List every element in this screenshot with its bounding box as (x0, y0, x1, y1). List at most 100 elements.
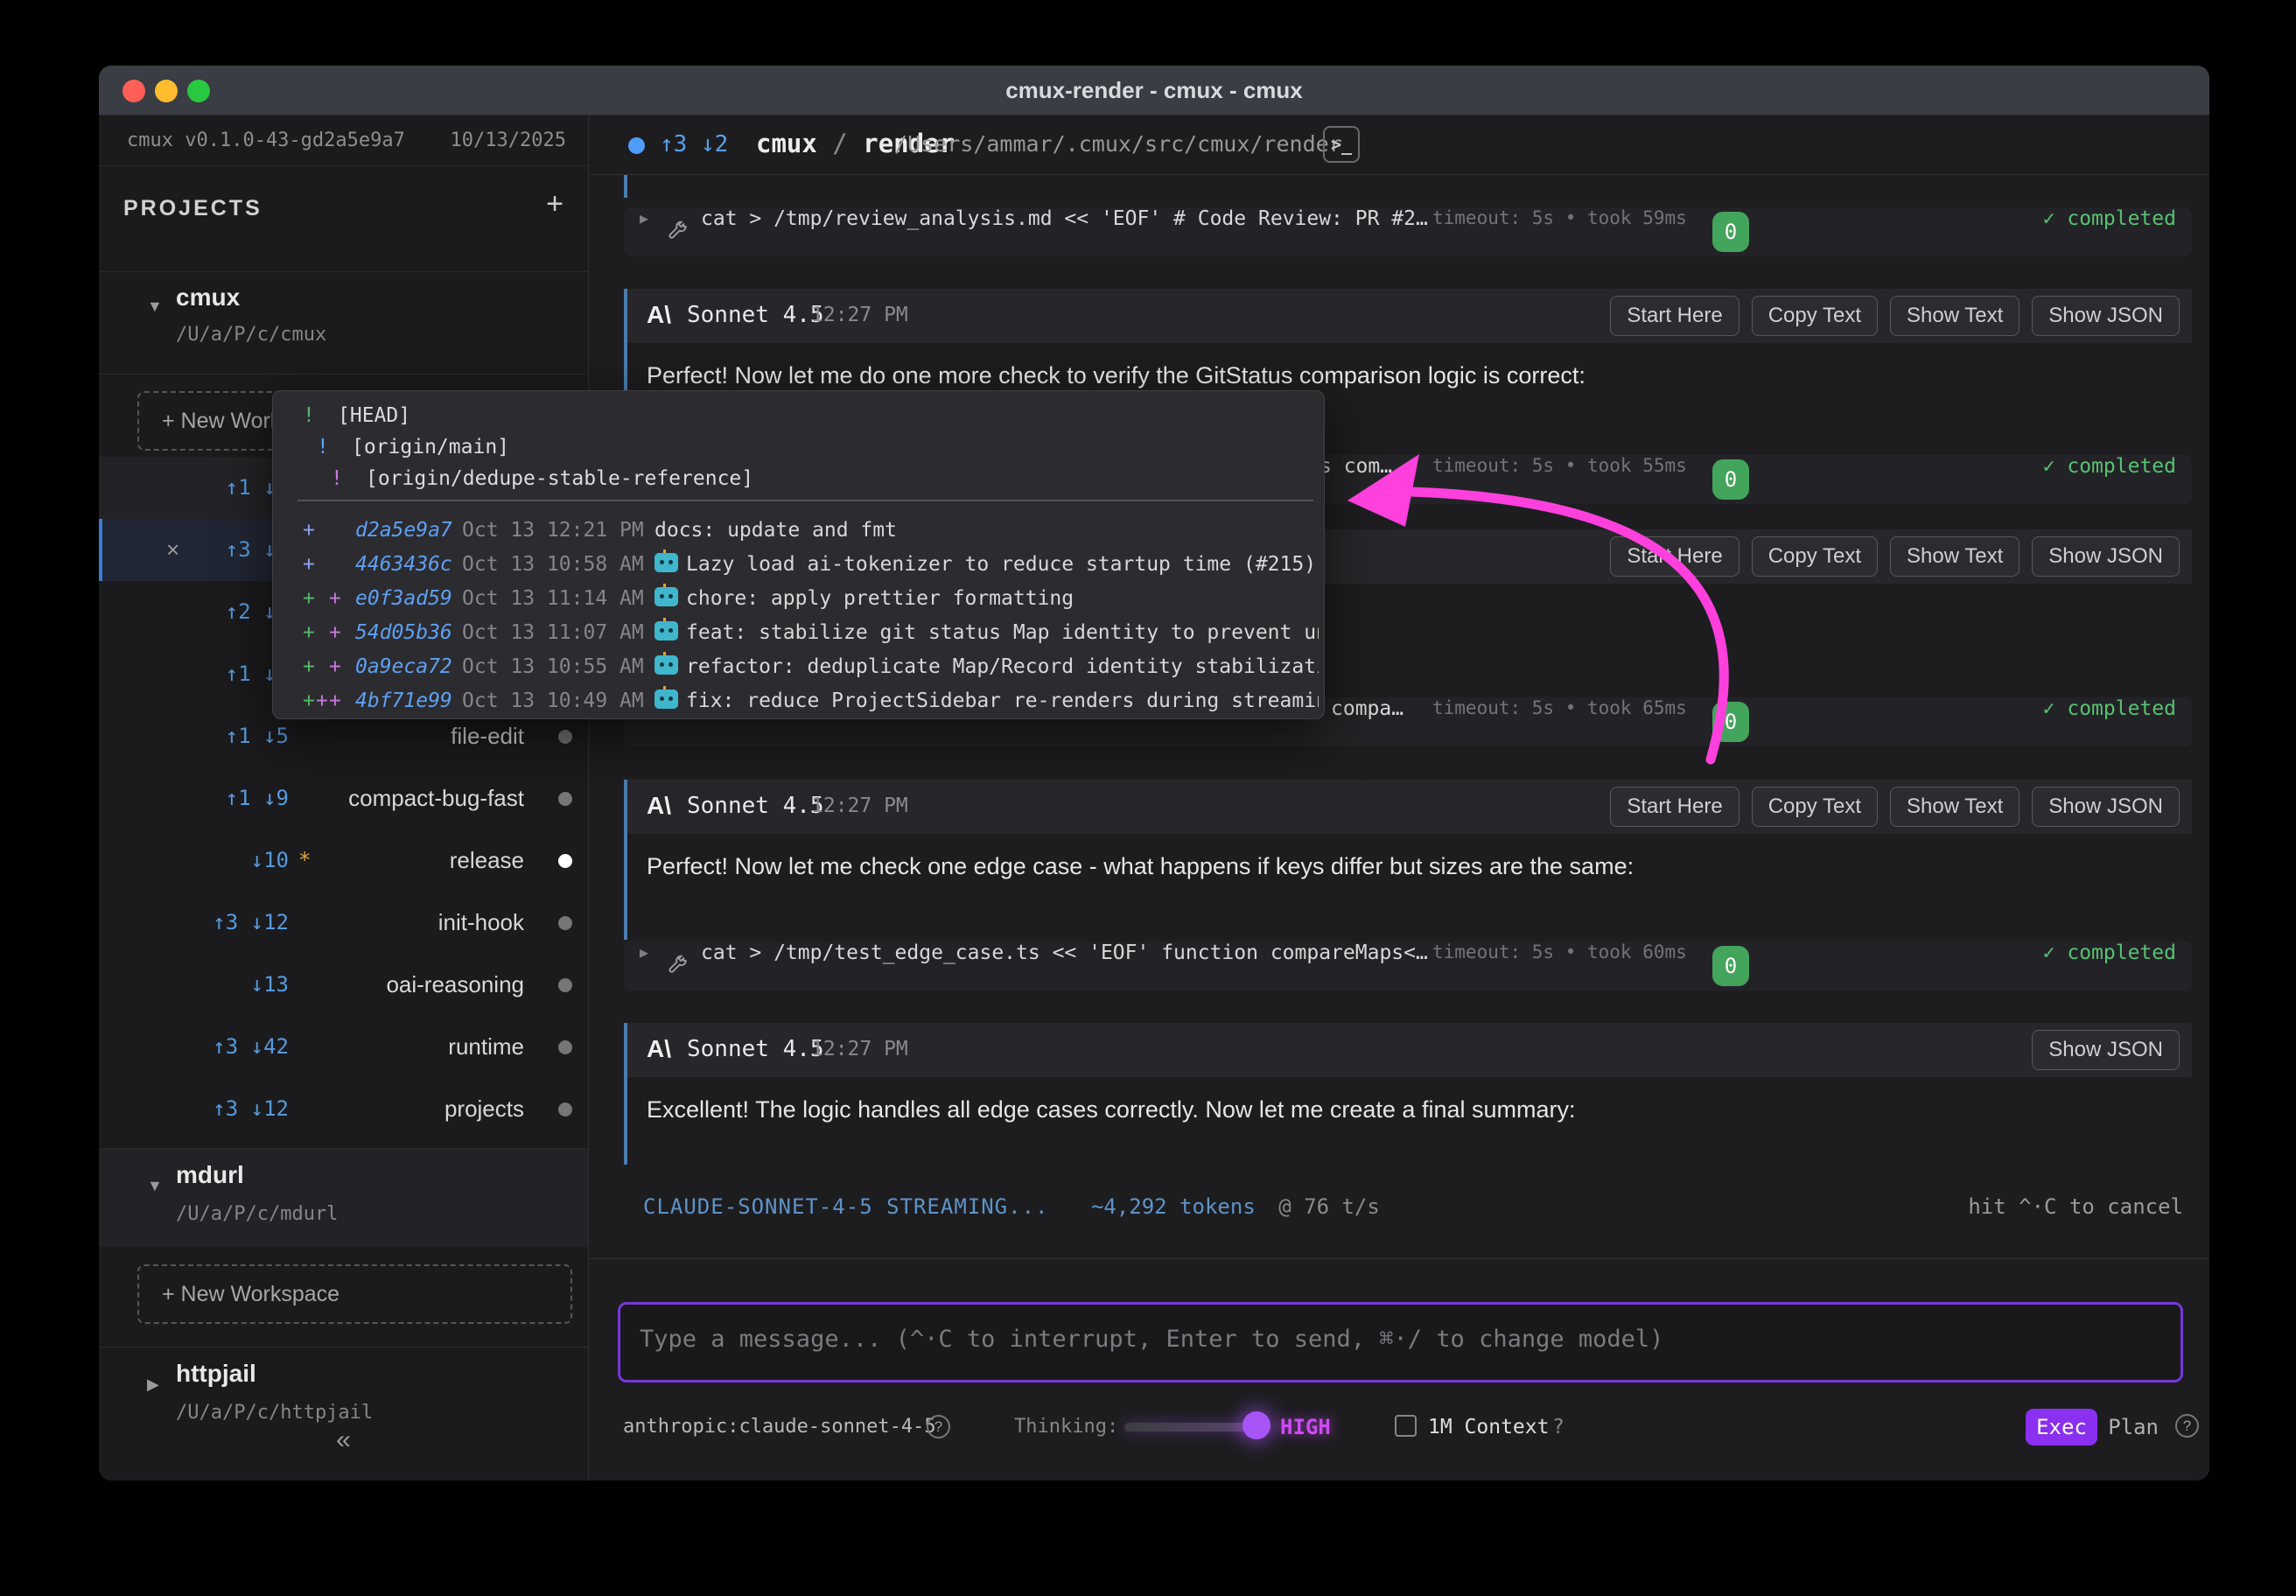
thinking-slider-knob[interactable] (1242, 1411, 1270, 1439)
message-input[interactable] (618, 1302, 2183, 1382)
new-workspace-button-mdurl[interactable]: + New Workspace (137, 1264, 572, 1324)
commit-row[interactable]: + + 0a9eca72 Oct 13 10:55 AM refactor: d… (273, 650, 1324, 684)
expander-icon[interactable]: ▸ (640, 207, 648, 229)
git-counts: ↑3 ↓42 (99, 1016, 289, 1078)
git-counts: ↓13 (99, 954, 289, 1016)
streaming-status-row: CLAUDE-SONNET-4-5 STREAMING... ~4,292 to… (643, 1194, 2183, 1229)
start-here-button[interactable]: Start Here (1610, 536, 1739, 577)
ref-mark: ! (317, 431, 329, 463)
show-text-button[interactable]: Show Text (1890, 536, 2020, 577)
commit-row[interactable]: + d2a5e9a7 Oct 13 12:21 PM docs: update … (273, 514, 1324, 548)
divider (298, 500, 1313, 501)
command-text: cat > /tmp/test_edge_case.ts << 'EOF' fu… (701, 942, 1428, 964)
thinking-label: Thinking: (1014, 1416, 1118, 1438)
graph-mark: + (329, 582, 341, 616)
help-icon[interactable]: ? (2175, 1414, 2199, 1438)
expander-icon[interactable]: ▸ (640, 942, 648, 963)
context-help[interactable]: ? (1552, 1416, 1564, 1438)
commit-row[interactable]: + 4463436c Oct 13 10:58 AM Lazy load ai-… (273, 548, 1324, 582)
plan-mode-button[interactable]: Plan (2108, 1415, 2159, 1439)
copy-text-button[interactable]: Copy Text (1752, 787, 1878, 827)
status-dot-icon (558, 730, 572, 744)
commit-hash: 4bf71e99 (355, 684, 452, 718)
previous-block-border (624, 175, 627, 198)
show-json-button[interactable]: Show JSON (2032, 1030, 2180, 1070)
app-version: cmux v0.1.0-43-gd2a5e9a7 (127, 130, 405, 151)
workspace-row[interactable]: ↑3 ↓12 init-hook (99, 892, 588, 954)
breadcrumb-separator: / (817, 129, 863, 158)
add-project-button[interactable]: + (546, 187, 564, 221)
workspace-row[interactable]: ↓13 oai-reasoning (99, 954, 588, 1016)
commit-message: feat: stabilize git status Map identity … (686, 621, 1319, 644)
completed-status: ✓ completed (2043, 455, 2176, 478)
anthropic-logo-icon: A\ (647, 1035, 671, 1063)
chevron-down-icon[interactable]: ▼ (147, 298, 163, 316)
workspace-row[interactable]: ↑3 ↓12 projects (99, 1078, 588, 1140)
robot-icon (654, 621, 678, 640)
start-here-button[interactable]: Start Here (1610, 296, 1739, 336)
composer-footer: anthropic:claude-sonnet-4-5 ? Thinking: … (590, 1404, 2209, 1453)
help-icon[interactable]: ? (927, 1415, 950, 1438)
show-text-button[interactable]: Show Text (1890, 787, 2020, 827)
thinking-level: HIGH (1280, 1415, 1331, 1439)
git-counts: ↑2 ↓2 (99, 581, 289, 643)
streaming-model: CLAUDE-SONNET-4-5 STREAMING... (643, 1194, 1048, 1219)
tool-exec-row[interactable]: ▸ cat > /tmp/review_analysis.md << 'EOF'… (624, 207, 2192, 256)
workspace-row[interactable]: ↓10 * release (99, 830, 588, 892)
sidebar: cmux v0.1.0-43-gd2a5e9a7 10/13/2025 PROJ… (99, 116, 589, 1480)
graph-mark: + (316, 684, 328, 718)
status-dot-icon (558, 978, 572, 992)
workspace-name: projects (444, 1078, 524, 1140)
graph-mark: + (303, 684, 315, 718)
chevron-down-icon[interactable]: ▼ (147, 1177, 163, 1195)
project-cmux[interactable]: ▼ cmux /U/a/P/c/cmux (99, 271, 588, 374)
workspace-row[interactable]: ↑1 ↓9 compact-bug-fast (99, 767, 588, 830)
exit-code-badge: 0 (1712, 946, 1749, 986)
show-json-button[interactable]: Show JSON (2032, 296, 2180, 336)
exit-code-badge: 0 (1712, 702, 1749, 742)
main-pane: ↑3 ↓2 cmux / render /Users/ammar/.cmux/s… (590, 116, 2209, 1480)
commit-row[interactable]: + + e0f3ad59 Oct 13 11:14 AM chore: appl… (273, 582, 1324, 616)
commit-hash: e0f3ad59 (355, 582, 452, 616)
assistant-message-block: A\ Sonnet 4.5 12:27 PM Start Here Copy T… (624, 780, 2192, 940)
token-count: ~4,292 tokens (1091, 1194, 1256, 1219)
exec-mode-button[interactable]: Exec (2026, 1409, 2097, 1446)
show-json-button[interactable]: Show JSON (2032, 536, 2180, 577)
show-text-button[interactable]: Show Text (1890, 296, 2020, 336)
robot-icon (654, 655, 678, 675)
commit-hash: 0a9eca72 (355, 650, 452, 684)
context-checkbox[interactable] (1395, 1415, 1417, 1437)
project-path: /U/a/P/c/cmux (176, 324, 326, 346)
commit-message: fix: reduce ProjectSidebar re-renders du… (686, 690, 1319, 712)
collapse-sidebar-button[interactable]: « (99, 1425, 588, 1455)
exit-code-badge: 0 (1712, 459, 1749, 500)
copy-text-button[interactable]: Copy Text (1752, 536, 1878, 577)
commit-row[interactable]: + + 54d05b36 Oct 13 11:07 AM feat: stabi… (273, 616, 1324, 650)
start-here-button[interactable]: Start Here (1610, 787, 1739, 827)
chevron-right-icon[interactable]: ▶ (147, 1376, 159, 1394)
git-counts: ↑1 ↓1 (99, 457, 289, 519)
exit-code-badge: 0 (1712, 212, 1749, 252)
git-log-popup[interactable]: ! [HEAD] ! [origin/main] ! [origin/dedup… (272, 390, 1325, 719)
terminal-icon[interactable]: >_ (1323, 126, 1360, 163)
dirty-star: * (298, 830, 311, 892)
project-mdurl[interactable]: ▼ mdurl /U/a/P/c/mdurl (99, 1149, 588, 1247)
tool-exec-row[interactable]: ▸ cat > /tmp/test_edge_case.ts << 'EOF' … (624, 942, 2192, 990)
workspace-row[interactable]: ↑3 ↓42 runtime (99, 1016, 588, 1078)
show-json-button[interactable]: Show JSON (2032, 787, 2180, 827)
status-dot-icon (558, 1040, 572, 1054)
project-name: httpjail (176, 1360, 256, 1388)
copy-text-button[interactable]: Copy Text (1752, 296, 1878, 336)
workspace-name: compact-bug-fast (348, 767, 524, 830)
command-meta: timeout: 5s • took 60ms (1432, 942, 1687, 962)
command-text: compa… (1331, 697, 1404, 720)
ref-mark: ! (303, 400, 315, 431)
commit-message: Lazy load ai-tokenizer to reduce startup… (686, 553, 1316, 576)
project-name: cmux (176, 284, 240, 312)
wrench-icon (666, 220, 689, 243)
chat-scroll-area[interactable]: ▸ cat > /tmp/review_analysis.md << 'EOF'… (590, 175, 2209, 1480)
assistant-header: A\ Sonnet 4.5 12:27 PM Start Here Copy T… (627, 780, 2192, 834)
commit-row[interactable]: + + + 4bf71e99 Oct 13 10:49 AM fix: redu… (273, 684, 1324, 718)
commit-date: Oct 13 11:14 AM (462, 582, 644, 616)
sidebar-top-strip: cmux v0.1.0-43-gd2a5e9a7 10/13/2025 (99, 116, 588, 166)
